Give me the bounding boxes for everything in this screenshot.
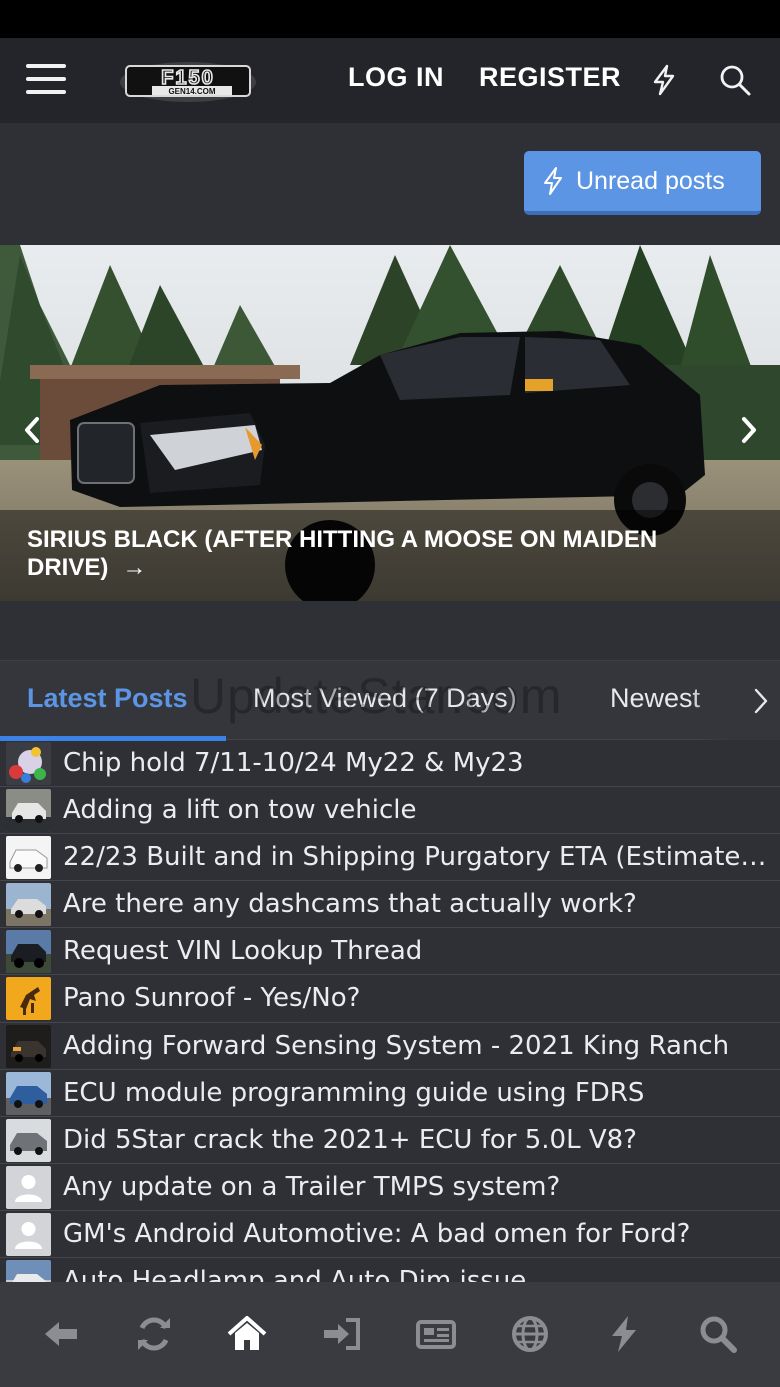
list-item[interactable]: ECU module programming guide using FDRS	[0, 1070, 780, 1117]
post-title: 22/23 Built and in Shipping Purgatory ET…	[63, 842, 773, 873]
avatar	[6, 883, 51, 927]
avatar	[6, 1118, 51, 1162]
lightning-icon	[544, 167, 562, 195]
arrow-right-icon: →	[122, 554, 147, 581]
chevron-right-icon[interactable]	[737, 415, 761, 445]
post-tabs: Latest Posts Most Viewed (7 Days) Newest…	[0, 660, 780, 741]
post-title: Are there any dashcams that actually wor…	[63, 889, 637, 920]
post-title: Request VIN Lookup Thread	[63, 936, 423, 967]
chevron-left-icon[interactable]	[20, 415, 44, 445]
news-icon[interactable]	[416, 1314, 456, 1354]
list-item[interactable]: Any update on a Trailer TMPS system?	[0, 1164, 780, 1211]
lightning-icon[interactable]	[604, 1314, 644, 1354]
post-title: Did 5Star crack the 2021+ ECU for 5.0L V…	[63, 1124, 637, 1155]
search-icon[interactable]	[718, 63, 752, 97]
list-item[interactable]: Did 5Star crack the 2021+ ECU for 5.0L V…	[0, 1117, 780, 1164]
refresh-icon[interactable]	[134, 1314, 174, 1354]
list-item[interactable]: Auto Headlamp and Auto Dim issue	[0, 1258, 780, 1282]
logo-subtext: GEN14.COM	[168, 87, 215, 96]
home-icon[interactable]	[227, 1314, 267, 1354]
avatar	[6, 742, 51, 785]
list-item[interactable]: Are there any dashcams that actually wor…	[0, 881, 780, 929]
post-title: Pano Sunroof - Yes/No?	[63, 983, 361, 1014]
avatar	[6, 836, 51, 880]
avatar	[6, 977, 51, 1021]
list-item[interactable]: GM's Android Automotive: A bad omen for …	[0, 1211, 780, 1259]
list-item[interactable]: 22/23 Built and in Shipping Purgatory ET…	[0, 834, 780, 882]
post-title: Chip hold 7/11-10/24 My22 & My23	[63, 748, 524, 778]
avatar	[6, 1024, 51, 1068]
bottom-navigation	[0, 1282, 780, 1387]
post-title: GM's Android Automotive: A bad omen for …	[63, 1218, 691, 1249]
tab-latest-posts[interactable]: Latest Posts	[27, 683, 188, 714]
unread-posts-button[interactable]: Unread posts	[524, 151, 761, 215]
latest-posts-list: Chip hold 7/11-10/24 My22 & My23 Adding …	[0, 740, 780, 1282]
chevron-right-icon[interactable]	[750, 685, 772, 717]
list-item[interactable]: Request VIN Lookup Thread	[0, 928, 780, 976]
top-navigation: F150 GEN14.COM LOG IN REGISTER	[0, 38, 780, 123]
avatar	[6, 789, 51, 833]
lightning-icon[interactable]	[650, 64, 678, 96]
slide-caption[interactable]: SIRIUS BLACK (AFTER HITTING A MOOSE ON M…	[27, 526, 727, 582]
avatar	[6, 1071, 51, 1115]
avatar	[6, 1260, 51, 1282]
avatar	[6, 930, 51, 974]
default-avatar-icon	[6, 1165, 51, 1209]
search-icon[interactable]	[698, 1314, 738, 1354]
tab-newest[interactable]: Newest	[610, 683, 700, 714]
post-title: ECU module programming guide using FDRS	[63, 1077, 645, 1108]
list-item[interactable]: Adding a lift on tow vehicle	[0, 787, 780, 835]
post-title: Adding a lift on tow vehicle	[63, 795, 417, 826]
list-item[interactable]: Chip hold 7/11-10/24 My22 & My23	[0, 740, 780, 788]
register-link[interactable]: REGISTER	[479, 62, 621, 93]
menu-icon[interactable]	[26, 62, 66, 96]
logo-text: F150	[161, 67, 215, 89]
unread-posts-label: Unread posts	[576, 166, 725, 195]
back-icon[interactable]	[41, 1314, 81, 1354]
post-title: Auto Headlamp and Auto Dim issue	[63, 1266, 527, 1282]
login-icon[interactable]	[322, 1314, 362, 1354]
default-avatar-icon	[6, 1212, 51, 1256]
globe-icon[interactable]	[510, 1314, 550, 1354]
site-logo[interactable]: F150 GEN14.COM	[118, 58, 258, 104]
featured-slider[interactable]: SIRIUS BLACK (AFTER HITTING A MOOSE ON M…	[0, 245, 780, 601]
post-title: Adding Forward Sensing System - 2021 Kin…	[63, 1030, 730, 1061]
list-item[interactable]: Pano Sunroof - Yes/No?	[0, 975, 780, 1023]
post-title: Any update on a Trailer TMPS system?	[63, 1171, 561, 1202]
login-link[interactable]: LOG IN	[348, 62, 444, 93]
status-bar	[0, 0, 780, 38]
tab-most-viewed[interactable]: Most Viewed (7 Days)	[253, 683, 517, 714]
list-item[interactable]: Adding Forward Sensing System - 2021 Kin…	[0, 1023, 780, 1070]
